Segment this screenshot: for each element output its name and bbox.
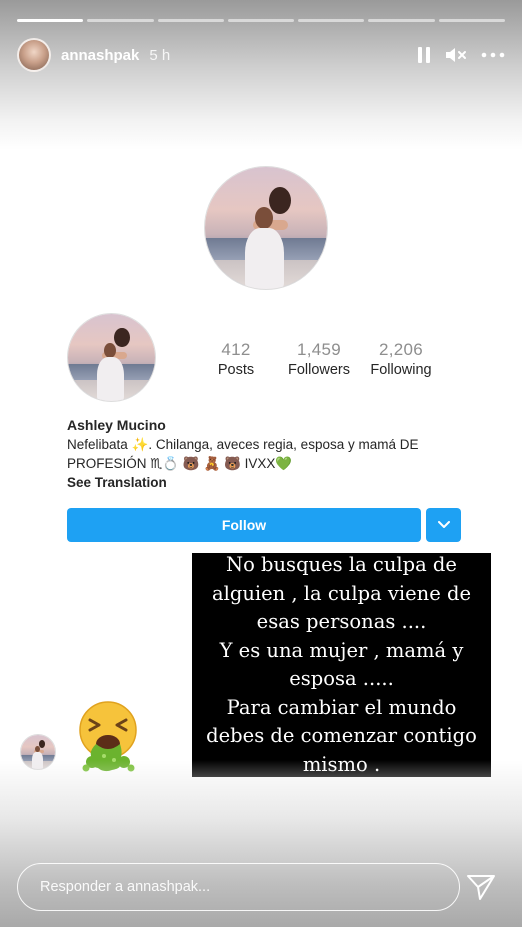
- stat-following-value: 2,206: [378, 340, 424, 359]
- username[interactable]: annashpak: [61, 47, 139, 64]
- profile-avatar: [67, 313, 156, 402]
- stat-followers-value: 1,459: [296, 340, 342, 359]
- progress-segment: [227, 19, 295, 22]
- top-gradient: [0, 0, 522, 150]
- quote-line: No busques la culpa de: [226, 553, 457, 576]
- volume-mute-icon[interactable]: [445, 46, 467, 64]
- quote-line: esposa .....: [289, 667, 394, 690]
- chevron-down-icon: [437, 521, 450, 528]
- progress-segment: [87, 19, 154, 22]
- bio-line: PROFESIÓN ♏💍 🐻 🧸 🐻 IVXX💚: [67, 456, 293, 471]
- reply-input[interactable]: [40, 879, 459, 895]
- story-header: annashpak 5 h: [17, 37, 505, 73]
- suggestions-dropdown-button: [426, 508, 461, 542]
- quote-line: debes de comenzar contigo: [206, 724, 477, 747]
- follow-button: Follow: [67, 508, 421, 542]
- story-progress-bar: [17, 19, 505, 22]
- more-horizontal-icon[interactable]: [481, 52, 505, 58]
- stat-following-label: Following: [370, 362, 432, 378]
- stat-posts-value: 412: [221, 340, 251, 359]
- stat-followers: 1,459 Followers: [284, 340, 354, 378]
- profile-name: Ashley Mucino: [67, 417, 166, 433]
- progress-segment: [438, 19, 505, 22]
- progress-segment: [298, 19, 365, 22]
- story-viewer: annashpak 5 h 412 Posts 1,459 Followers …: [0, 0, 522, 927]
- quote-text-box: No busques la culpa de alguien , la culp…: [192, 553, 491, 777]
- profile-photo-large: [204, 166, 328, 290]
- bio-line: Nefelibata ✨. Chilanga, aveces regia, es…: [67, 437, 419, 452]
- progress-segment: [368, 19, 435, 22]
- quote-line: Y es una mujer , mamá y: [219, 638, 464, 662]
- progress-segment: [157, 19, 224, 22]
- stat-posts: 412 Posts: [212, 340, 260, 378]
- progress-segment: [17, 19, 84, 22]
- stat-posts-label: Posts: [217, 362, 255, 378]
- see-translation-link: See Translation: [67, 475, 167, 490]
- story-time: 5 h: [149, 46, 171, 64]
- quote-line: esas personas ....: [256, 610, 427, 633]
- quote-line: Para cambiar el mundo: [226, 695, 457, 719]
- reply-bar: [17, 863, 460, 911]
- quote-line: alguien , la culpa viene de: [211, 581, 472, 605]
- stat-followers-label: Followers: [287, 362, 351, 378]
- pause-icon[interactable]: [417, 46, 431, 64]
- stat-following: 2,206 Following: [366, 340, 436, 378]
- header-controls: [417, 46, 505, 64]
- user-avatar[interactable]: [17, 38, 51, 72]
- profile-bio: Ashley Mucino Nefelibata ✨. Chilanga, av…: [67, 416, 467, 492]
- send-icon[interactable]: [466, 873, 496, 901]
